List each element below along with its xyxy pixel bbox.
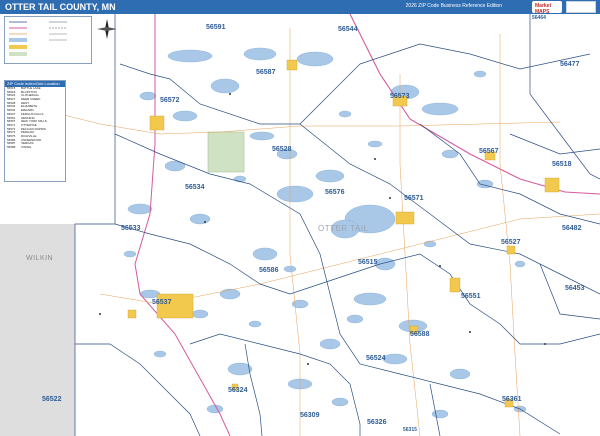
zip-label: 56527 [501, 239, 521, 246]
town-elizabeth [127, 309, 137, 319]
publisher-badge [566, 1, 596, 13]
legend-graphics [9, 21, 67, 56]
map-frame: OTTER TAIL COUNTY, MN 2026 ZIP Code Busi… [0, 0, 600, 436]
zip-index-table: ZIP Code Index/Grid Location 56515 BATTLE… [4, 80, 66, 182]
county-label-center: OTTER TAIL [318, 224, 369, 233]
title-bar: OTTER TAIL COUNTY, MN 2026 ZIP Code Busi… [0, 0, 600, 14]
zip-label: 56518 [552, 161, 572, 168]
zip-label: 56361 [502, 396, 522, 403]
legend-box [4, 16, 92, 64]
zip-label: 56551 [461, 293, 481, 300]
zip-label: 56477 [560, 61, 580, 68]
zip-label: 56567 [479, 148, 499, 155]
zip-label: 56586 [259, 267, 279, 274]
town-fergus-falls [156, 293, 194, 319]
state-park-area [207, 131, 245, 173]
zip-label: 56572 [160, 97, 180, 104]
zip-label: 56591 [206, 24, 226, 31]
town-ottertail [395, 211, 415, 225]
zip-label: 56576 [325, 189, 345, 196]
zip-label: 56515 [358, 259, 378, 266]
zip-label: 56588 [410, 331, 430, 338]
logo-text: Market MAPS [535, 3, 552, 15]
town-wadena-area [544, 177, 560, 193]
zip-label: 56324 [228, 387, 248, 394]
county-label-west: WILKIN [26, 255, 54, 262]
town-deer-creek [506, 245, 516, 255]
town-pelican-rapids [149, 115, 165, 131]
town-vergas [286, 59, 298, 71]
county-map[interactable] [0, 14, 600, 436]
zip-label: 56571 [404, 195, 424, 202]
north-arrow-icon [97, 19, 117, 39]
logo: Market MAPS [532, 1, 562, 15]
zip-label: 56534 [185, 184, 205, 191]
zip-label: 56522 [42, 396, 62, 403]
zip-label: 56309 [300, 412, 320, 419]
zip-label: 56315 [403, 427, 417, 433]
zip-label: 56533 [121, 225, 141, 232]
zip-label: 56524 [366, 355, 386, 362]
edition-label: 2026 ZIP Code Business Reference Edition [405, 3, 502, 9]
zip-index-zip: 56588 [7, 145, 16, 149]
zip-label: 56587 [256, 69, 276, 76]
zip-label: 56453 [565, 285, 585, 292]
zip-label: 56573 [390, 93, 410, 100]
town-henning [449, 277, 461, 293]
map-title: OTTER TAIL COUNTY, MN [5, 2, 116, 12]
zip-index-city: VINING [21, 145, 32, 149]
zip-index-rows: 56515 BATTLE LAKE 56518 BLUFFTON 56524 CLITHE… [5, 86, 65, 150]
zip-label: 56482 [562, 225, 582, 232]
zip-label: 56326 [367, 419, 387, 426]
zip-label: 56537 [152, 299, 172, 306]
zip-label: 56528 [272, 146, 292, 153]
zip-label: 56544 [338, 26, 358, 33]
zip-label: 56464 [532, 15, 546, 21]
zip-index-row: 56588 VINING [5, 145, 65, 150]
